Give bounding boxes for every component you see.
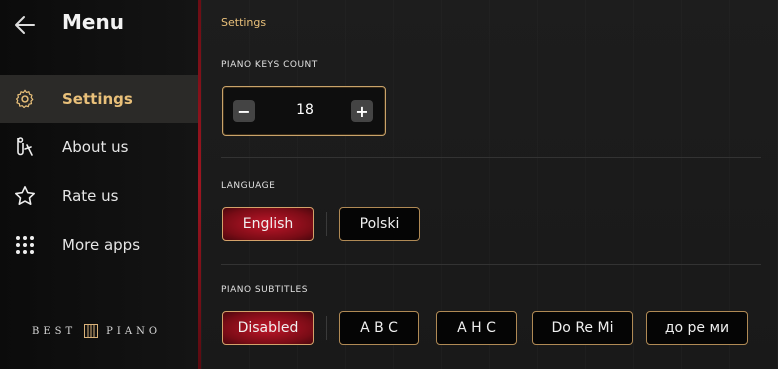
about-icon: [13, 135, 37, 159]
gear-icon: [13, 87, 37, 111]
brand-text-right: PIANO: [106, 325, 162, 337]
subtitles-option-cyrillic[interactable]: до ре ми: [646, 311, 748, 345]
subtitles-option-abc[interactable]: A B C: [339, 311, 419, 345]
keys-count-stepper: − 18 +: [222, 86, 386, 136]
keys-count-value: 18: [296, 102, 314, 118]
brand-logo: BEST PIANO: [32, 324, 161, 338]
increment-button[interactable]: +: [351, 100, 373, 122]
divider: [221, 264, 761, 265]
language-option-polski[interactable]: Polski: [339, 207, 420, 241]
settings-panel: Settings PIANO KEYS COUNT − 18 + LANGUAG…: [201, 0, 778, 369]
piano-logo-icon: [84, 324, 99, 338]
sidebar: Menu Settings About us Rate us More apps…: [0, 0, 198, 369]
brand-text-left: BEST: [32, 325, 77, 337]
divider: [221, 157, 761, 158]
breadcrumb: Settings: [221, 16, 267, 29]
subtitles-option-do-re-mi[interactable]: Do Re Mi: [532, 311, 633, 345]
sidebar-item-label: More apps: [62, 236, 141, 254]
sidebar-item-settings[interactable]: Settings: [0, 75, 198, 123]
back-button[interactable]: [12, 12, 38, 38]
sidebar-item-about-us[interactable]: About us: [0, 123, 198, 171]
grid-icon: [13, 233, 37, 257]
arrow-left-icon: [15, 16, 35, 34]
decrement-button[interactable]: −: [233, 100, 255, 122]
menu-title: Menu: [62, 10, 124, 34]
sidebar-item-label: Rate us: [62, 187, 119, 205]
subtitles-option-disabled[interactable]: Disabled: [222, 311, 314, 345]
divider: [326, 316, 327, 340]
subtitles-label: PIANO SUBTITLES: [221, 285, 308, 295]
subtitles-option-ahc[interactable]: A H C: [436, 311, 517, 345]
sidebar-item-label: Settings: [62, 90, 133, 108]
sidebar-item-rate-us[interactable]: Rate us: [0, 172, 198, 220]
star-icon: [13, 184, 37, 208]
language-label: LANGUAGE: [221, 181, 276, 191]
language-option-english[interactable]: English: [222, 207, 314, 241]
sidebar-item-label: About us: [62, 138, 129, 156]
keys-count-label: PIANO KEYS COUNT: [221, 60, 318, 70]
sidebar-item-more-apps[interactable]: More apps: [0, 221, 198, 269]
divider: [326, 212, 327, 236]
